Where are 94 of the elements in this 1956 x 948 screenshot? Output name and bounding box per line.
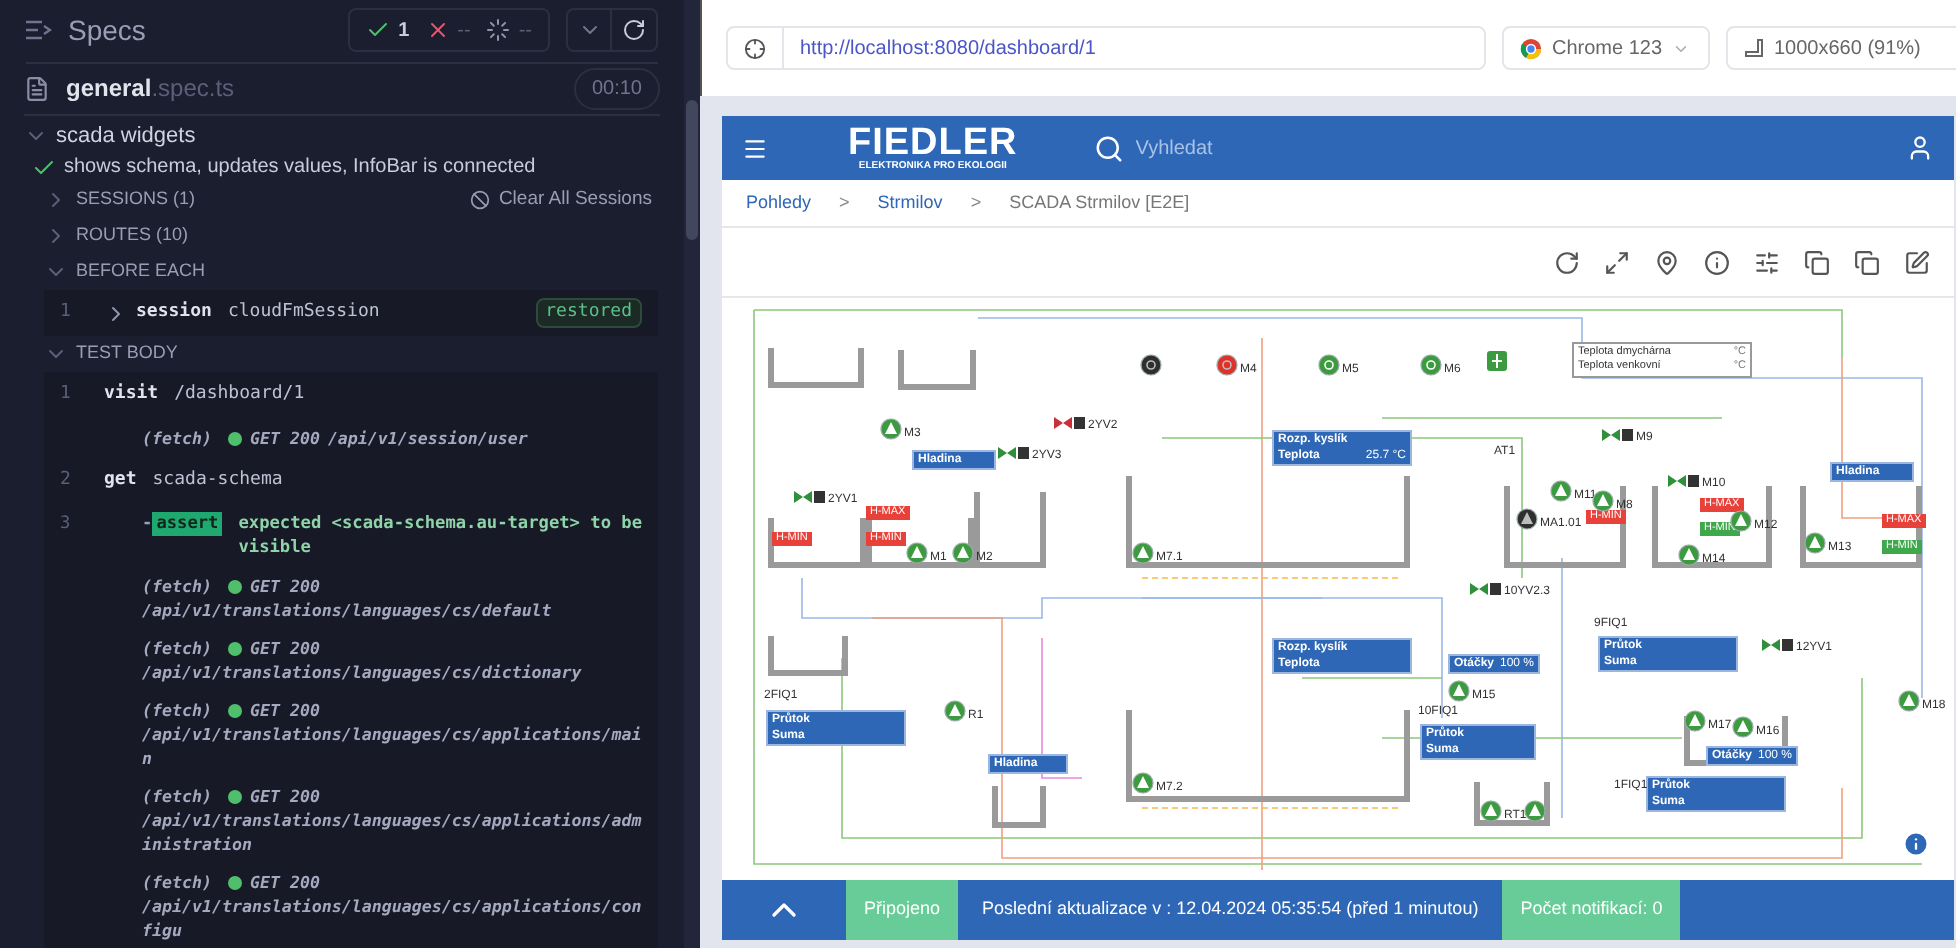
- tank-drawing: [898, 350, 976, 390]
- tank-drawing: [992, 786, 1046, 828]
- breadcrumb-link[interactable]: Pohledy: [746, 189, 812, 217]
- request-method: GET 200: [249, 870, 320, 894]
- command-type: (fetch): [142, 784, 212, 808]
- valve-icon[interactable]: [1602, 427, 1634, 441]
- user-icon[interactable]: [1906, 134, 1934, 162]
- panel-title: Specs: [68, 11, 146, 50]
- section-header[interactable]: TEST BODY: [76, 340, 178, 368]
- menu-icon[interactable]: [742, 135, 768, 161]
- duration-pill: 00:10: [573, 67, 660, 110]
- command-type: (fetch): [142, 870, 212, 894]
- expand-icon[interactable]: [1604, 249, 1630, 275]
- request-method: GET 200: [249, 636, 320, 660]
- viewport-dropdown[interactable]: 1000x660 (91%): [1726, 26, 1956, 70]
- line-number: 1: [60, 299, 73, 326]
- section-header[interactable]: ROUTES (10): [76, 222, 189, 250]
- command-message: /dashboard/1: [174, 381, 305, 408]
- motor-icon[interactable]: [1140, 354, 1162, 376]
- assert-message: expected <scada-schema.au-target> to be visible: [238, 512, 642, 560]
- suite-title[interactable]: scada widgets: [56, 119, 196, 152]
- last-update-text: Poslední aktualizace v : 12.04.2024 05:35:54 (před 1 minutou): [980, 896, 1481, 923]
- pin-icon[interactable]: [1654, 249, 1680, 275]
- assert-badge: assert: [152, 512, 223, 536]
- pending-icon: [486, 18, 511, 43]
- sliders-icon[interactable]: [1754, 249, 1780, 275]
- assert-prefix: -: [142, 512, 153, 536]
- logo-text: FIEDLER: [848, 125, 1018, 159]
- request-url: /api/v1/session/user: [327, 426, 528, 450]
- command-name: get: [104, 467, 137, 494]
- specs-list-icon: [26, 19, 52, 42]
- viewport-icon: [1744, 38, 1764, 58]
- breadcrumb-separator: >: [970, 189, 982, 216]
- connection-status: Připojeno: [846, 880, 959, 940]
- request-url: /api/v1/translations/languages/cs/dictionary: [142, 660, 582, 684]
- valve-icon[interactable]: [998, 445, 1030, 459]
- refresh-icon: [622, 18, 646, 43]
- request-method: GET 200: [249, 574, 320, 598]
- url-field[interactable]: http://localhost:8080/dashboard/1: [726, 26, 1486, 70]
- valve-icon[interactable]: [1054, 415, 1086, 429]
- tank-drawing: [768, 636, 848, 676]
- request-url: /api/v1/translations/languages/cs/applications/main: [142, 722, 644, 770]
- command-name: session: [136, 299, 212, 326]
- request-method: GET 200: [249, 426, 320, 450]
- ban-icon: [470, 190, 491, 210]
- command-type: (fetch): [142, 574, 212, 598]
- line-number: 3: [60, 512, 73, 536]
- line-number: 1: [60, 381, 73, 408]
- breadcrumb-current: SCADA Strmilov [E2E]: [1009, 189, 1190, 216]
- command-message: cloudFmSession: [227, 299, 380, 326]
- breadcrumb-link[interactable]: Strmilov: [877, 189, 943, 217]
- valve-icon[interactable]: [1668, 473, 1700, 487]
- browser-dropdown[interactable]: Chrome 123: [1502, 26, 1710, 70]
- request-method: GET 200: [249, 784, 320, 808]
- breadcrumb-separator: >: [839, 189, 850, 216]
- request-url: /api/v1/translations/languages/cs/applications/administration: [142, 808, 644, 856]
- search-icon[interactable]: [1093, 133, 1124, 163]
- request-url: /api/v1/translations/languages/cs/default: [142, 598, 552, 622]
- selector-icon[interactable]: [744, 37, 766, 59]
- info-icon[interactable]: [1704, 249, 1730, 275]
- section-header[interactable]: BEFORE EACH: [76, 258, 206, 286]
- request-method: GET 200: [249, 698, 320, 722]
- tank-drawing: [768, 348, 864, 388]
- pump-icon[interactable]: [1516, 508, 1538, 530]
- edit-icon[interactable]: [1904, 249, 1930, 275]
- url-text: http://localhost:8080/dashboard/1: [798, 35, 1098, 63]
- test-title[interactable]: shows schema, updates values, InfoBar is connected: [64, 152, 536, 182]
- valve-icon[interactable]: [794, 489, 826, 503]
- fail-icon: [425, 18, 450, 43]
- command-type: (fetch): [142, 426, 212, 450]
- clear-sessions-button[interactable]: Clear All Sessions: [470, 185, 660, 215]
- spec-name: general: [66, 72, 152, 107]
- command-message: scada-schema: [152, 467, 283, 494]
- passed-count: 1: [398, 17, 410, 46]
- valve-icon[interactable]: [1762, 637, 1794, 651]
- status-badge: restored: [535, 297, 642, 329]
- section-header[interactable]: SESSIONS (1): [76, 186, 196, 214]
- browser-logo-icon: [1520, 37, 1542, 59]
- command-name: visit: [104, 381, 159, 408]
- valve-icon[interactable]: [1470, 581, 1502, 595]
- request-url: /api/v1/translations/languages/cs/applications/configu: [142, 894, 644, 942]
- command-type: (fetch): [142, 636, 212, 660]
- file-icon: [24, 75, 50, 102]
- notification-count: Počet notifikací: 0: [1502, 880, 1681, 940]
- copy-icon[interactable]: [1804, 249, 1830, 275]
- spec-extension: .spec.ts: [151, 72, 235, 107]
- refresh-icon[interactable]: [1554, 249, 1580, 275]
- pending-count: --: [518, 17, 532, 46]
- line-number: 2: [60, 467, 73, 494]
- scrollbar-thumb[interactable]: [686, 100, 698, 240]
- command-type: (fetch): [142, 698, 212, 722]
- failed-count: --: [457, 17, 471, 46]
- search-field[interactable]: Vyhledat: [1135, 133, 1376, 163]
- copy-icon[interactable]: [1854, 249, 1880, 275]
